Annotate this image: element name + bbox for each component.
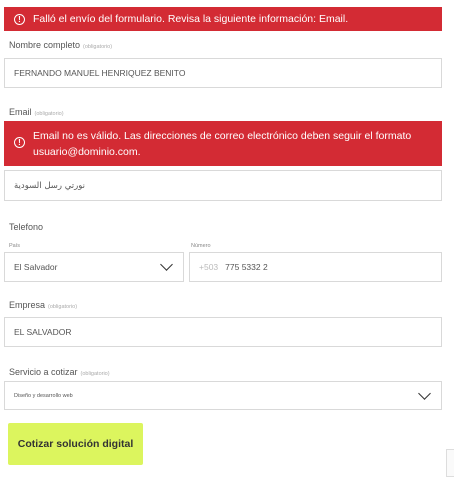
- required-tag: (obligatorio): [34, 111, 64, 117]
- name-label: Nombre completo (obligatorio): [9, 40, 113, 50]
- full-name-value: FERNANDO MANUEL HENRIQUEZ BENITO: [14, 68, 186, 78]
- email-input[interactable]: نورتي رسل السودية: [4, 170, 442, 201]
- full-name-input[interactable]: FERNANDO MANUEL HENRIQUEZ BENITO: [4, 58, 442, 88]
- service-select[interactable]: Diseño y desarrollo web: [4, 381, 442, 410]
- required-tag: (obligatorio): [48, 304, 78, 310]
- chevron-down-icon: [418, 386, 431, 400]
- service-label: Servicio a cotizar (obligatorio): [9, 367, 110, 377]
- phone-number-input[interactable]: +503 775 5332 2: [189, 252, 442, 282]
- country-value: El Salvador: [14, 262, 58, 272]
- phone-prefix: +503: [199, 262, 219, 272]
- form-error-message: Falló el envío del formulario. Revisa la…: [33, 13, 349, 25]
- required-tag: (obligatorio): [83, 44, 113, 50]
- alert-icon: !: [14, 137, 25, 148]
- alert-icon: !: [14, 14, 25, 25]
- email-error-line2: usuario@dominio.com.: [33, 146, 141, 158]
- email-error-line1: Email no es válido. Las direcciones de c…: [33, 130, 412, 142]
- email-value: نورتي رسل السودية: [14, 180, 86, 191]
- email-error-message: ! Email no es válido. Las direcciones de…: [4, 121, 442, 166]
- country-select[interactable]: El Salvador: [4, 252, 184, 282]
- company-value: EL SALVADOR: [14, 327, 72, 337]
- required-tag: (obligatorio): [80, 371, 110, 377]
- email-label: Email (obligatorio): [9, 107, 64, 117]
- number-label: Número: [191, 243, 211, 249]
- scroll-to-top-button[interactable]: [446, 449, 454, 477]
- phone-number-value: 775 5332 2: [225, 262, 268, 272]
- chevron-down-icon: [160, 258, 173, 271]
- phone-label: Telefono: [9, 222, 44, 232]
- company-label: Empresa (obligatorio): [9, 300, 78, 310]
- form-error-banner: ! Falló el envío del formulario. Revisa …: [4, 7, 442, 31]
- submit-quote-button[interactable]: Cotizar solución digital: [8, 423, 143, 465]
- company-input[interactable]: EL SALVADOR: [4, 317, 442, 347]
- country-label: País: [9, 243, 21, 249]
- service-value: Diseño y desarrollo web: [14, 392, 73, 399]
